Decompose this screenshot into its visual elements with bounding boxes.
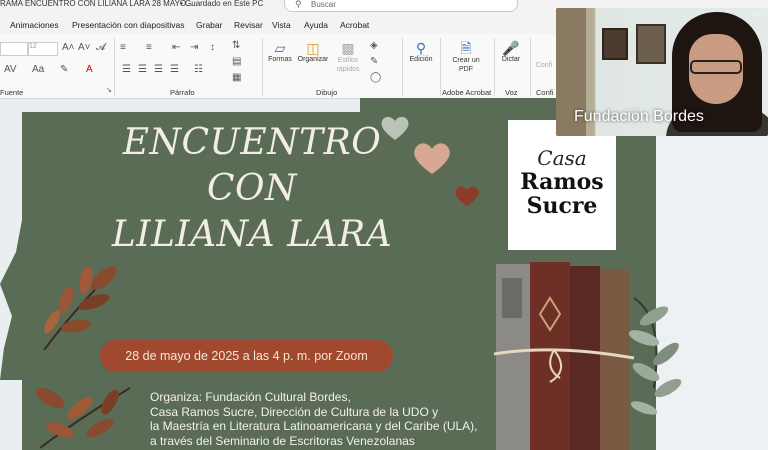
heading-line-2: CON: [206, 168, 298, 209]
books-illustration: [494, 262, 682, 450]
edicion-label: Edición: [409, 56, 433, 63]
formas-button[interactable]: ▱ Formas: [266, 40, 294, 63]
numbering-icon[interactable]: ≡: [146, 42, 152, 53]
organizers-line-1: Organiza: Fundación Cultural Bordes,: [150, 390, 351, 404]
tab-vista[interactable]: Vista: [272, 20, 291, 30]
heart-decoration-red: [455, 186, 479, 206]
more-options-icon[interactable]: ⋯: [753, 10, 762, 21]
search-placeholder: Buscar: [311, 0, 336, 9]
group-label-adobe: Adobe Acrobat: [442, 88, 492, 97]
justify-icon[interactable]: ☰: [170, 64, 179, 75]
shapes-icon: ▱: [274, 40, 286, 56]
group-label-parrafo: Párrafo: [170, 88, 195, 97]
casa-ramos-sucre-logo[interactable]: Casa Ramos Sucre: [508, 120, 616, 250]
align-text-icon[interactable]: ▤: [232, 56, 241, 67]
align-left-icon[interactable]: ☰: [122, 64, 131, 75]
heading-line-3: LILIANA LARA: [111, 214, 393, 255]
decrease-indent-icon[interactable]: ⇤: [172, 42, 180, 53]
dictar-label: Dictar: [501, 56, 521, 63]
text-direction-icon[interactable]: ⇅: [232, 40, 240, 51]
participant-glasses: [690, 60, 742, 74]
clear-format-icon[interactable]: 𝓐: [96, 42, 106, 53]
dialog-launcher-icon[interactable]: ↘: [106, 86, 112, 94]
bullets-icon[interactable]: ≡: [120, 42, 126, 53]
logo-line-3: Sucre: [526, 193, 598, 219]
columns-icon[interactable]: ☷: [194, 64, 203, 75]
organizers-line-3: la Maestría en Literatura Latinoamerican…: [150, 419, 478, 433]
search-box[interactable]: ⚲ Buscar: [284, 0, 518, 12]
smartart-icon[interactable]: ▦: [232, 72, 241, 83]
divider: [262, 38, 263, 96]
pdf-icon: 🗎: [460, 40, 472, 56]
event-date-banner[interactable]: 28 de mayo de 2025 a las 4 p. m. por Zoo…: [100, 340, 393, 372]
slide-heading[interactable]: ENCUENTRO CON LILIANA LARA: [102, 120, 402, 258]
font-name-dropdown[interactable]: [0, 42, 28, 56]
effects-icon[interactable]: ◯: [370, 72, 381, 83]
edicion-button[interactable]: ⚲ Edición: [406, 40, 436, 63]
case-icon[interactable]: Aa: [32, 64, 44, 75]
grow-font-icon[interactable]: A˄: [62, 42, 75, 53]
tab-presentacion[interactable]: Presentación con diapositivas: [72, 20, 184, 30]
highlight-icon[interactable]: ✎: [60, 64, 68, 75]
leaf-branch-decoration-bottom: [35, 387, 131, 449]
save-status[interactable]: • Guardado en Este PC: [180, 0, 263, 8]
fill-icon[interactable]: ◈: [370, 40, 378, 51]
crear-pdf-label: Crear un PDF: [452, 57, 480, 73]
group-label-voz: Voz: [505, 88, 518, 97]
outline-icon[interactable]: ✎: [370, 56, 378, 67]
align-center-icon[interactable]: ☰: [138, 64, 147, 75]
estilos-label: Estilos rápidos: [336, 57, 360, 73]
video-picture-frame: [636, 24, 666, 64]
group-label-confi: Confi: [536, 88, 554, 97]
logo-line-1: Casa: [537, 146, 587, 170]
tab-grabar[interactable]: Grabar: [196, 20, 222, 30]
logo-line-2: Ramos: [520, 169, 604, 195]
divider: [402, 38, 403, 96]
increase-indent-icon[interactable]: ⇥: [190, 42, 198, 53]
shrink-font-icon[interactable]: A˅: [78, 42, 91, 53]
group-label-fuente: Fuente: [0, 88, 24, 97]
spacing-icon[interactable]: AV: [4, 64, 17, 75]
divider: [440, 38, 441, 96]
formas-label: Formas: [268, 56, 292, 63]
organizers-line-4: a través del Seminario de Escritoras Ven…: [150, 433, 415, 448]
align-right-icon[interactable]: ☰: [154, 64, 163, 75]
tab-revisar[interactable]: Revisar: [234, 20, 263, 30]
microphone-icon: 🎤: [502, 40, 520, 56]
font-size-value: 12: [29, 43, 37, 50]
font-size-dropdown[interactable]: 12: [28, 42, 58, 56]
estilos-rapidos-button[interactable]: ▩ Estilos rápidos: [332, 40, 364, 74]
dictar-button[interactable]: 🎤 Dictar: [498, 40, 524, 63]
line-spacing-icon[interactable]: ↕: [210, 42, 215, 53]
organizar-button[interactable]: ◫ Organizar: [296, 40, 330, 63]
organizers-text[interactable]: Organiza: Fundación Cultural Bordes, Cas…: [150, 390, 478, 448]
find-icon: ⚲: [415, 40, 427, 56]
group-label-dibujo: Dibujo: [316, 88, 338, 97]
document-title: RAMA ENCUENTRO CON LILIANA LARA 28 MAYO.…: [0, 0, 193, 8]
quick-styles-icon: ▩: [341, 40, 355, 56]
participant-name: Fundación Bordes: [574, 108, 704, 125]
divider: [114, 38, 115, 96]
search-icon: ⚲: [295, 0, 302, 9]
divider: [530, 38, 531, 96]
tab-ayuda[interactable]: Ayuda: [304, 20, 328, 30]
video-picture-frame: [602, 28, 628, 60]
heart-decoration-pink: [414, 143, 450, 174]
font-color-icon[interactable]: A: [86, 64, 93, 75]
tab-animaciones[interactable]: Animaciones: [10, 20, 59, 30]
confi-button-label: Confi: [535, 62, 553, 69]
divider: [494, 38, 495, 96]
crear-pdf-button[interactable]: 🗎 Crear un PDF: [446, 40, 486, 74]
confidencialidad-button[interactable]: Confi: [534, 62, 554, 69]
arrange-icon: ◫: [306, 40, 320, 56]
organizers-line-2: Casa Ramos Sucre, Dirección de Cultura d…: [150, 404, 439, 419]
heading-line-1: ENCUENTRO: [122, 122, 382, 163]
organizar-label: Organizar: [297, 56, 329, 63]
tab-acrobat[interactable]: Acrobat: [340, 20, 369, 30]
video-tile[interactable]: ⋯ Fundación Bordes: [556, 8, 768, 136]
